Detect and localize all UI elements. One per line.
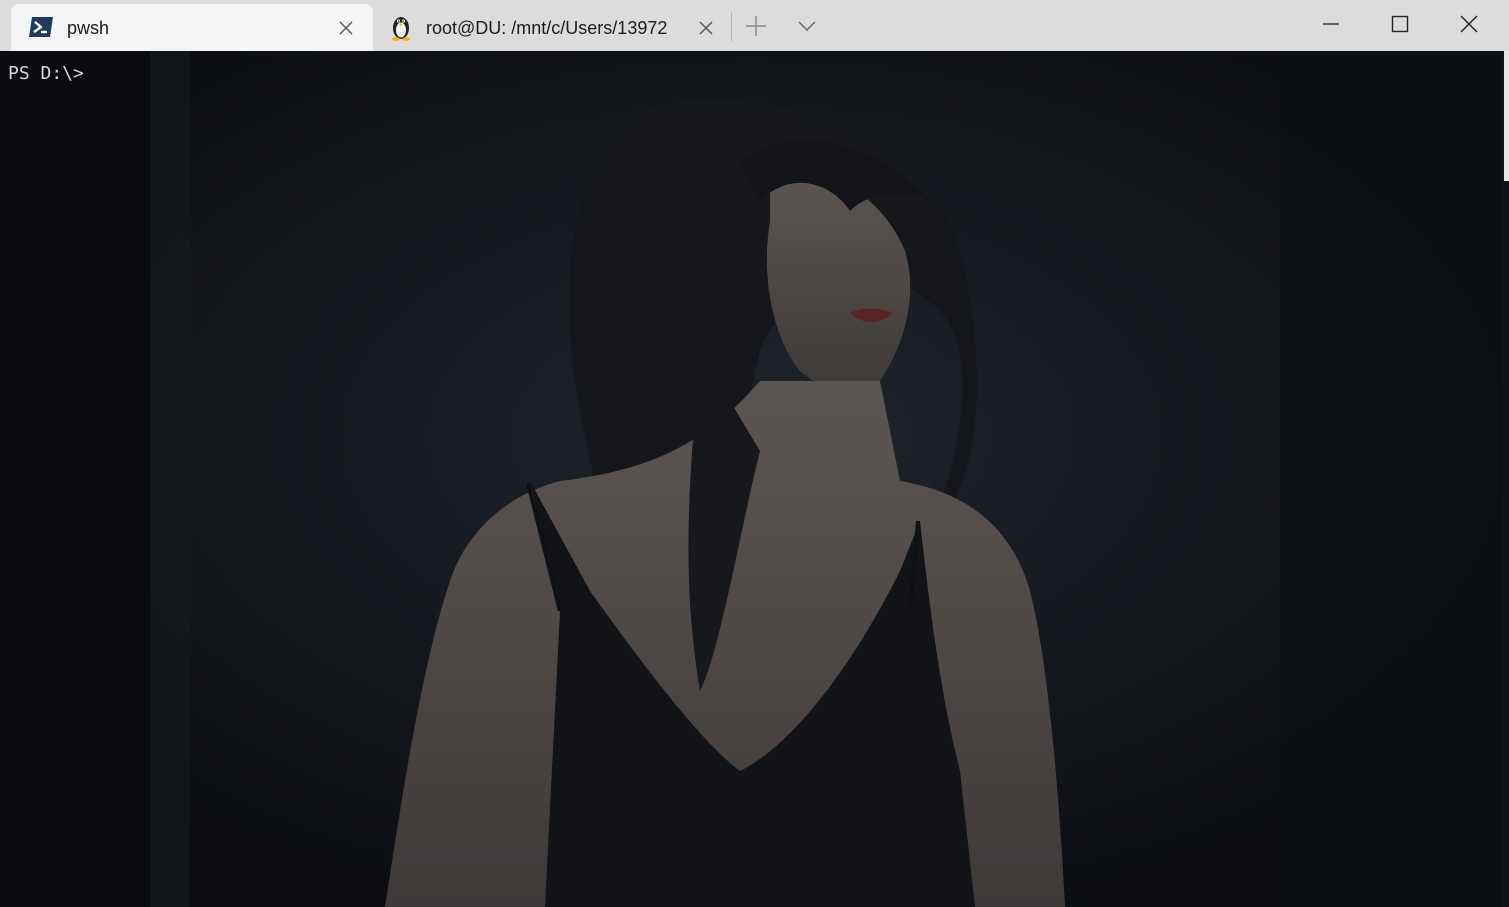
terminal-window: pwsh root@DU: /mnt/c/Users/13972 PS D:\> [0,0,1509,907]
scrollbar[interactable] [1503,51,1509,907]
background-image [0,51,1503,907]
scrollbar-thumb[interactable] [1504,51,1509,181]
tab-bar: pwsh root@DU: /mnt/c/Users/13972 [0,0,1509,51]
tab-dropdown-button[interactable] [790,10,824,42]
close-tab-icon[interactable] [694,16,718,40]
minimize-icon [1323,23,1339,25]
tab-wsl[interactable]: root@DU: /mnt/c/Users/13972 [373,4,727,51]
new-tab-button[interactable] [739,10,773,42]
shell-prompt: PS D:\> [8,63,84,84]
powershell-icon [27,13,55,41]
tab-divider [731,12,732,41]
terminal-pane[interactable]: PS D:\> [0,51,1503,907]
tab-title: pwsh [67,18,110,38]
minimize-button[interactable] [1301,0,1361,48]
tab-title: root@DU: /mnt/c/Users/13972 [426,18,668,38]
plus-icon [746,16,766,36]
close-window-button[interactable] [1439,0,1499,48]
close-icon [1460,15,1478,33]
tab-pwsh[interactable]: pwsh [11,4,373,51]
maximize-button[interactable] [1370,0,1430,48]
close-tab-icon[interactable] [334,16,358,40]
linux-penguin-icon [387,13,415,41]
chevron-down-icon [798,21,816,32]
maximize-icon [1391,15,1409,33]
